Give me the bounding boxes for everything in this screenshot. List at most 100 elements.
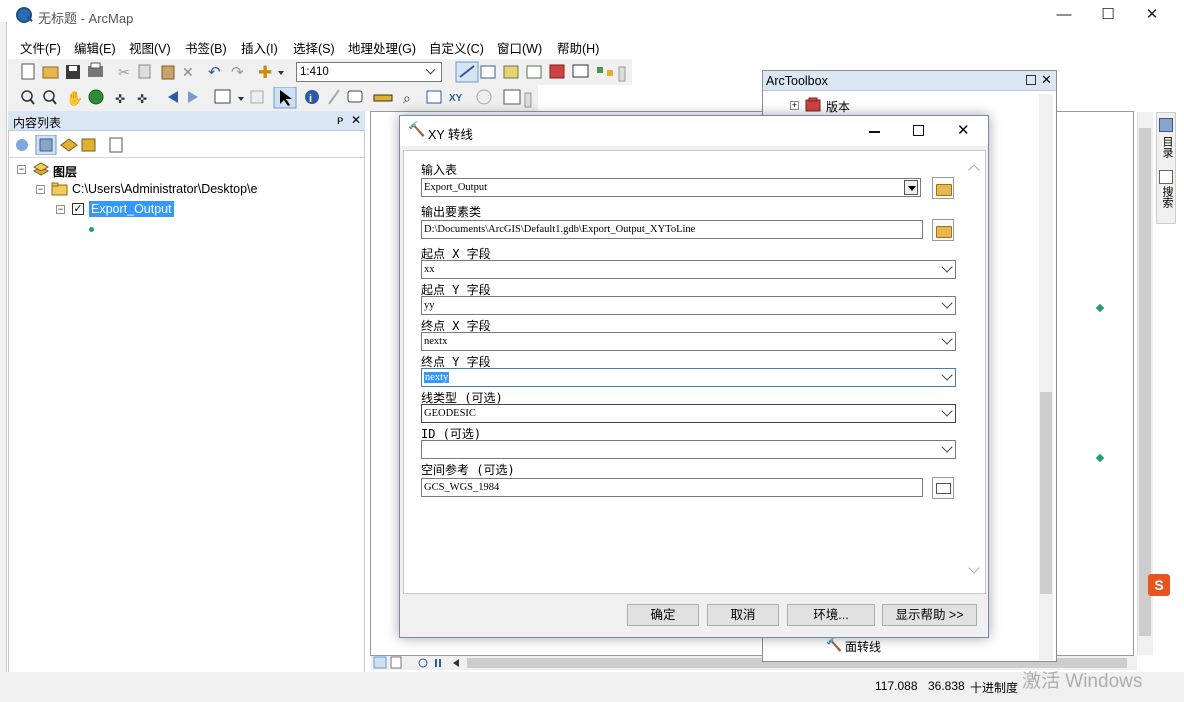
map-view-buttons [373,656,459,669]
collapse-toggle[interactable]: − [17,165,26,174]
toc-header [8,111,365,131]
menu-help[interactable]: 帮助(H) [557,38,599,57]
delete-icon: ✕ [182,64,194,80]
end-x-value: nextx [424,336,448,347]
new-icon [21,63,35,80]
browse-output-button[interactable] [932,219,954,241]
end-y-field-dropdown[interactable]: nexty [421,368,956,387]
find-route-icon [426,90,442,104]
toolbox-item-polygon-to-line[interactable]: 面转线 [845,638,881,655]
map-scale-dropdown[interactable]: 1:410 [296,62,442,82]
paste-icon [161,65,175,80]
search-window-icon [526,65,542,79]
layer-visibility-checkbox[interactable]: ✓ [72,203,84,215]
menu-file[interactable]: 文件(F) [20,38,61,57]
find-icon: ⌕ [403,90,411,106]
measure-icon [373,94,393,102]
toolbar-options-icon [618,66,626,82]
ok-button[interactable]: 确定 [627,604,699,626]
refresh-icon [418,658,428,668]
start-x-field-dropdown[interactable]: xx [421,260,956,279]
expand-toggle[interactable]: + [790,101,799,110]
toolbox-scroll-thumb[interactable] [1040,392,1052,594]
input-table-dropdown[interactable]: Export_Output [421,178,921,197]
properties-icon [936,483,951,494]
spatial-reference-input[interactable]: GCS_WGS_1984 [421,478,923,497]
dialog-scrollbar[interactable] [967,155,984,592]
line-type-dropdown[interactable]: GEODESIC [421,404,956,423]
dialog-maximize-button[interactable] [913,125,924,136]
cancel-button[interactable]: 取消 [707,604,779,626]
pause-icon [435,659,437,667]
spatial-reference-properties-button[interactable] [932,477,954,499]
tools-toolbar-icons: ✋ ✜ ✜ i ⌕ XY [21,87,532,109]
folder-path-label[interactable]: C:\Users\Administrator\Desktop\e [72,182,257,196]
toolbar-options-icon [524,92,532,108]
svg-text:i: i [309,93,312,105]
map-vertical-scroll-thumb[interactable] [1139,128,1151,636]
menu-edit[interactable]: 编辑(E) [74,38,116,57]
environments-button[interactable]: 环境... [787,604,875,626]
maximize-button[interactable]: ☐ [1086,4,1130,28]
dialog-minimize-button[interactable] [869,131,880,133]
toolbox-item-version[interactable]: 版本 [826,98,850,115]
catalog-tab[interactable]: 目录 [1159,136,1173,158]
list-by-visibility-icon [60,138,78,152]
end-y-value: nexty [424,372,450,383]
arcmap-icon [16,7,32,23]
end-x-field-dropdown[interactable]: nextx [421,332,956,351]
hammer-icon: 🔨 [826,637,843,652]
chevron-down-icon [941,441,953,453]
chevron-down-icon [908,186,916,191]
menu-selection[interactable]: 选择(S) [293,38,335,57]
list-by-drawing-order-icon [16,139,28,151]
input-table-label: 输入表 [421,163,458,177]
hammer-icon: 🔨 [408,121,426,137]
sogou-ime-icon[interactable]: S [1148,574,1170,596]
start-y-field-dropdown[interactable]: yy [421,296,956,315]
collapse-toggle[interactable]: − [36,185,45,194]
options-icon [109,137,123,153]
menu-geoprocessing[interactable]: 地理处理(G) [348,38,416,57]
minimize-button[interactable]: — [1042,4,1086,28]
arctoolbox-close-icon[interactable]: ✕ [1041,72,1052,88]
show-help-button[interactable]: 显示帮助 >> [882,604,977,626]
arctoolbox-icon [549,64,565,79]
back-icon [168,91,178,103]
html-popup-icon [347,90,363,103]
arctoolbox-restore-icon[interactable] [1026,75,1036,85]
search-tab[interactable]: 搜索 [1159,186,1173,208]
catalog-window-icon [503,65,519,79]
spatial-reference-label: 空间参考 (可选) [421,463,515,477]
dialog-title: XY 转线 [428,128,473,142]
output-feature-class-input[interactable]: D:\Documents\ArcGIS\Default1.gdb\Export_… [421,220,923,239]
menu-windows[interactable]: 窗口(W) [497,38,542,57]
menu-customize[interactable]: 自定义(C) [429,38,484,57]
go-to-xy-icon: XY [449,93,463,104]
menu-view[interactable]: 视图(V) [129,38,171,57]
collapse-toggle[interactable]: − [56,205,65,214]
dialog-close-button[interactable]: ✕ [957,121,970,139]
browse-input-table-button[interactable] [932,177,954,199]
create-viewer-icon [503,89,521,105]
dropdown-button[interactable] [904,180,918,195]
hyperlink-icon [328,89,340,105]
python-window-icon [572,64,589,78]
activation-watermark: 激活 Windows [1022,671,1143,692]
window-title: 无标题 - ArcMap [38,11,134,26]
menu-insert[interactable]: 插入(I) [241,38,278,57]
pin-icon[interactable]: ᴘ [337,113,343,127]
id-field-dropdown[interactable] [421,440,956,459]
layer-export-output[interactable]: Export_Output [89,201,174,217]
open-icon [42,66,59,79]
toc-close-icon[interactable]: ✕ [351,113,361,127]
close-button[interactable]: ✕ [1130,4,1174,28]
clear-selection-icon [250,90,264,104]
fixed-zoom-out-icon: ✜ [137,92,147,106]
menu-bookmarks[interactable]: 书签(B) [185,38,227,57]
cut-icon: ✂ [118,64,130,80]
chevron-down-icon [941,405,953,417]
layers-root-label[interactable]: 图层 [53,163,77,180]
time-slider-icon [476,89,492,105]
data-view-icon [373,656,387,669]
